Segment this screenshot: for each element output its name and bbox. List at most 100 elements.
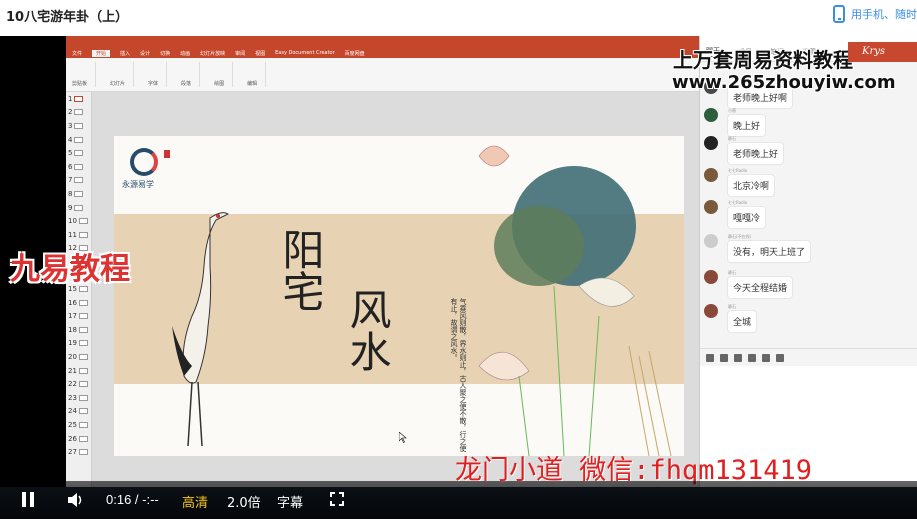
- ppt-titlebar: [66, 36, 699, 48]
- chat-bubble: 晚上好: [728, 115, 766, 136]
- chat-username: 静石: [728, 136, 736, 141]
- ppt-tab[interactable]: 文件: [72, 50, 82, 57]
- ribbon-group-label: 编辑: [247, 81, 258, 87]
- slide-thumbnail[interactable]: 19: [66, 337, 91, 351]
- pause-button[interactable]: [22, 492, 35, 507]
- avatar[interactable]: [704, 234, 718, 248]
- slide-thumbnail[interactable]: 10: [66, 214, 91, 228]
- slide-number: 2: [68, 108, 73, 117]
- folder-icon[interactable]: [748, 353, 756, 362]
- scissors-icon[interactable]: [734, 353, 742, 362]
- avatar[interactable]: [704, 304, 718, 318]
- chat-bubble: 没有，明天上班了: [728, 241, 811, 262]
- slide-number: 22: [68, 380, 77, 389]
- slide-canvas: 永源易学 阳宅 风水 气乘风则散，界水则止，古人聚之使不散，行之使有止，故谓之风…: [92, 92, 699, 487]
- slide-thumbnail[interactable]: 1: [66, 92, 91, 106]
- ppt-ribbon: 剪贴板 幻灯片 字体 段落 绘图 编辑: [66, 58, 699, 92]
- slide-thumbnail[interactable]: 26: [66, 432, 91, 446]
- slide-number: 1: [68, 94, 73, 103]
- slide-thumbnail[interactable]: 21: [66, 364, 91, 378]
- player-controls: 0:16 / -:-- 高清 2.0倍 字幕: [0, 481, 917, 519]
- slide-thumbnail[interactable]: 3: [66, 119, 91, 133]
- chat-username: 七七Radio: [728, 200, 748, 205]
- ribbon-group-label: 剪贴板: [72, 81, 88, 87]
- slide-number: 8: [68, 189, 73, 198]
- slide-thumbnail[interactable]: 17: [66, 310, 91, 324]
- slide-thumbnail-preview: [78, 231, 88, 238]
- ppt-tab[interactable]: 开始: [92, 49, 111, 57]
- ppt-tab[interactable]: 插入: [120, 50, 130, 57]
- avatar[interactable]: [704, 108, 718, 122]
- ppt-tab[interactable]: 视图: [255, 50, 265, 57]
- slide-thumbnail[interactable]: 11: [66, 228, 91, 242]
- avatar[interactable]: [704, 168, 718, 182]
- chat-username: 小薇: [728, 108, 736, 113]
- ppt-tab[interactable]: 动画: [180, 50, 190, 57]
- slide-thumbnail[interactable]: 25: [66, 418, 91, 432]
- playback-time: 0:16 / -:--: [106, 492, 159, 507]
- slide-thumbnail-preview: [78, 340, 88, 347]
- watermark-top: 上万套周易资料教程: [673, 48, 853, 72]
- slide-thumbnail[interactable]: 23: [66, 391, 91, 405]
- slide-thumbnail[interactable]: 24: [66, 405, 91, 419]
- slide-number: 16: [68, 298, 77, 307]
- video-player[interactable]: 文件 开始 插入 设计 切换 动画 幻灯片放映 审阅 视图 Easy Document Creat…: [0, 36, 917, 519]
- slide-thumbnail[interactable]: 8: [66, 187, 91, 201]
- chat-bubble: 嘎嘎冷: [728, 207, 766, 228]
- slide-number: 11: [68, 230, 77, 239]
- slide-thumbnail[interactable]: 22: [66, 377, 91, 391]
- slide-title-line2: 风水: [343, 288, 392, 372]
- slide-number: 27: [68, 448, 77, 457]
- slide-number: 18: [68, 325, 77, 334]
- ribbon-group: 字体: [148, 62, 168, 87]
- slide-number: 7: [68, 176, 73, 185]
- slide-number: 19: [68, 339, 77, 348]
- avatar[interactable]: [704, 136, 718, 150]
- slide-thumbnail[interactable]: 20: [66, 350, 91, 364]
- slide-thumbnail[interactable]: 27: [66, 445, 91, 459]
- slide-thumbnail[interactable]: 5: [66, 146, 91, 160]
- slide-number: 17: [68, 312, 77, 321]
- page: 10八宅游年卦（上） 用手机、随时 文件 开始 插入 设计 切换 动画 幻灯片放映 审阅 视图 E…: [0, 0, 917, 519]
- slide-number: 9: [68, 203, 73, 212]
- slide-thumbnail[interactable]: 9: [66, 201, 91, 215]
- mouse-cursor-icon: [399, 432, 407, 443]
- ppt-ribbon-tabs: 文件 开始 插入 设计 切换 动画 幻灯片放映 审阅 视图 Easy Document Creat…: [66, 48, 699, 58]
- slide-thumbnail[interactable]: 7: [66, 174, 91, 188]
- slide-thumbnail[interactable]: 18: [66, 323, 91, 337]
- quality-button[interactable]: 高清: [182, 492, 208, 511]
- ppt-tab[interactable]: 百度网盘: [345, 50, 365, 57]
- slide-thumbnail[interactable]: 16: [66, 296, 91, 310]
- slide-thumbnail-preview: [78, 394, 88, 401]
- slide-thumbnail-preview: [78, 435, 88, 442]
- subtitle-button[interactable]: 字幕: [277, 492, 303, 511]
- ppt-tab[interactable]: Easy Document Creator: [275, 50, 335, 56]
- slide-thumbnail[interactable]: 4: [66, 133, 91, 147]
- lotus-illustration: [478, 145, 672, 456]
- slide-thumbnail[interactable]: 6: [66, 160, 91, 174]
- slide-number: 21: [68, 366, 77, 375]
- ppt-tab[interactable]: 幻灯片放映: [200, 50, 225, 57]
- slide: 永源易学 阳宅 风水 气乘风则散，界水则止，古人聚之使不散，行之使有止，故谓之风…: [114, 136, 684, 456]
- slide-number: 23: [68, 393, 77, 402]
- ppt-tab[interactable]: 审阅: [235, 50, 245, 57]
- fullscreen-icon[interactable]: [330, 492, 344, 506]
- volume-icon[interactable]: [66, 491, 84, 509]
- slide-number: 25: [68, 421, 77, 430]
- slide-thumbnail-preview: [74, 150, 84, 157]
- slide-thumbnail-preview: [74, 136, 84, 143]
- ppt-tab[interactable]: 切换: [160, 50, 170, 57]
- speed-button[interactable]: 2.0倍: [227, 492, 261, 511]
- avatar[interactable]: [704, 200, 718, 214]
- mobile-link[interactable]: 用手机、随时: [833, 4, 917, 24]
- ribbon-group: 剪贴板: [72, 62, 97, 87]
- avatar[interactable]: [704, 270, 718, 284]
- ppt-tab[interactable]: 设计: [140, 50, 150, 57]
- image-icon[interactable]: [720, 353, 728, 362]
- screen-icon[interactable]: [776, 353, 784, 362]
- ribbon-group-label: 字体: [148, 81, 159, 87]
- slide-logo-text: 永源易学: [122, 180, 154, 189]
- music-icon[interactable]: [762, 353, 770, 362]
- slide-thumbnail[interactable]: 2: [66, 106, 91, 120]
- emoji-icon[interactable]: [706, 353, 714, 362]
